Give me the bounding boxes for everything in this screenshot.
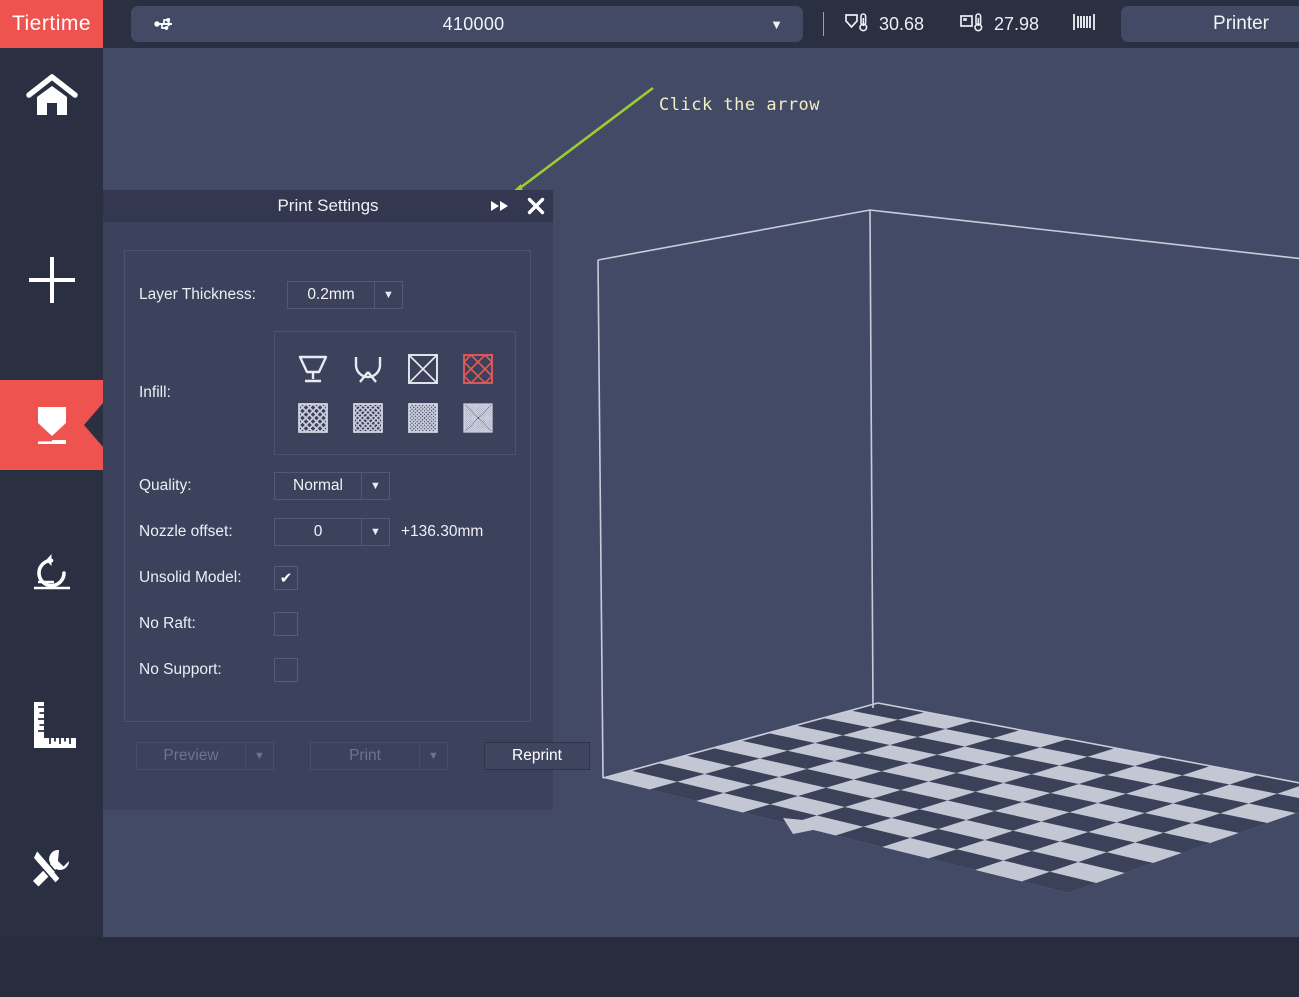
no-raft-label: No Raft: bbox=[139, 615, 196, 632]
infill-option-density-3[interactable] bbox=[395, 393, 450, 442]
chevron-down-icon[interactable]: ▼ bbox=[361, 519, 389, 545]
left-sidebar bbox=[0, 48, 103, 997]
toolbar-divider bbox=[823, 12, 824, 36]
nozzle-offset-label: Nozzle offset: bbox=[139, 523, 233, 540]
no-support-row: No Support: bbox=[139, 647, 516, 693]
application-window: Tiertime 410000 ▼ 30.68 27.98 Printer Cl… bbox=[0, 0, 1299, 997]
nozzle-offset-select[interactable]: 0 ▼ bbox=[274, 518, 390, 546]
panel-header: Print Settings bbox=[103, 190, 553, 222]
layer-thickness-select[interactable]: 0.2mm ▼ bbox=[287, 281, 403, 309]
nozzle-temperature-value: 30.68 bbox=[879, 13, 925, 34]
layer-thickness-value: 0.2mm bbox=[307, 286, 355, 303]
brand-logo: Tiertime bbox=[0, 0, 103, 48]
preview-button-label: Preview bbox=[163, 747, 219, 764]
panel-body: Layer Thickness: 0.2mm ▼ Infill: Quality… bbox=[103, 222, 590, 770]
unsolid-model-row: Unsolid Model: ✔ bbox=[139, 555, 516, 601]
print-settings-panel: Print Settings Layer Thickness: 0.2mm ▼ … bbox=[103, 190, 590, 810]
reprint-button-label: Reprint bbox=[512, 747, 562, 764]
layer-thickness-row: Layer Thickness: 0.2mm ▼ bbox=[139, 267, 516, 323]
topbar-controls: 410000 ▼ 30.68 27.98 Printer bbox=[103, 0, 1299, 48]
usb-icon bbox=[149, 14, 183, 34]
bed-temperature: 27.98 bbox=[959, 11, 1046, 38]
quality-select[interactable]: Normal ▼ bbox=[274, 472, 390, 500]
infill-row: Infill: bbox=[139, 323, 516, 463]
quality-value: Normal bbox=[293, 477, 343, 494]
material-spool-icon bbox=[1072, 11, 1096, 38]
printer-button[interactable]: Printer bbox=[1121, 6, 1299, 42]
unsolid-model-checkbox[interactable]: ✔ bbox=[274, 566, 298, 590]
unsolid-model-label: Unsolid Model: bbox=[139, 569, 242, 586]
print-button-label: Print bbox=[349, 747, 381, 764]
home-icon bbox=[25, 73, 79, 123]
nozzle-offset-row: Nozzle offset: 0 ▼ +136.30mm bbox=[139, 509, 516, 555]
preview-button[interactable]: Preview ▼ bbox=[136, 742, 274, 770]
print-icon bbox=[26, 401, 78, 449]
chevron-down-icon[interactable]: ▼ bbox=[361, 473, 389, 499]
chevron-down-icon[interactable]: ▼ bbox=[419, 743, 447, 769]
chevron-down-icon[interactable]: ▼ bbox=[374, 282, 402, 308]
chevron-down-icon[interactable]: ▼ bbox=[764, 17, 789, 32]
nozzle-offset-suffix: +136.30mm bbox=[401, 523, 484, 540]
plus-icon bbox=[26, 254, 78, 306]
no-raft-checkbox[interactable] bbox=[274, 612, 298, 636]
infill-option-density-4[interactable] bbox=[450, 393, 505, 442]
bed-temperature-value: 27.98 bbox=[994, 13, 1040, 34]
bed-thermometer-icon bbox=[959, 11, 985, 38]
build-volume-wireframe bbox=[597, 209, 1299, 784]
infill-option-loose-crosshatch[interactable] bbox=[450, 344, 505, 393]
infill-option-density-1[interactable] bbox=[285, 393, 340, 442]
annotation-label: Click the arrow bbox=[659, 95, 821, 115]
reprint-button[interactable]: Reprint bbox=[484, 742, 590, 770]
no-support-checkbox[interactable] bbox=[274, 658, 298, 682]
quality-label: Quality: bbox=[139, 477, 192, 494]
status-bar bbox=[0, 937, 1299, 997]
expand-arrow-icon[interactable] bbox=[489, 198, 511, 214]
infill-option-hollow[interactable] bbox=[395, 344, 450, 393]
tools-icon bbox=[25, 842, 79, 894]
sidebar-item-add[interactable] bbox=[0, 230, 103, 330]
printer-selector[interactable]: 410000 ▼ bbox=[131, 6, 803, 42]
layer-thickness-label: Layer Thickness: bbox=[139, 286, 256, 303]
ruler-icon bbox=[26, 698, 78, 750]
sidebar-item-home[interactable] bbox=[0, 48, 103, 148]
no-raft-row: No Raft: bbox=[139, 601, 516, 647]
settings-fieldset: Layer Thickness: 0.2mm ▼ Infill: Quality… bbox=[124, 250, 531, 722]
nozzle-temperature: 30.68 bbox=[844, 11, 931, 38]
infill-label: Infill: bbox=[139, 384, 171, 401]
infill-option-density-2[interactable] bbox=[340, 393, 395, 442]
build-plate-checkerboard bbox=[603, 703, 1299, 893]
panel-title: Print Settings bbox=[277, 196, 379, 215]
sidebar-item-measure[interactable] bbox=[0, 674, 103, 774]
close-icon[interactable] bbox=[527, 197, 545, 215]
top-toolbar: Tiertime 410000 ▼ 30.68 27.98 Printer bbox=[0, 0, 1299, 48]
printer-name-value: 410000 bbox=[442, 13, 505, 34]
nozzle-thermometer-icon bbox=[844, 11, 870, 38]
infill-option-support-full[interactable] bbox=[285, 344, 340, 393]
rotate-icon bbox=[26, 549, 78, 599]
no-support-label: No Support: bbox=[139, 661, 222, 678]
chevron-down-icon[interactable]: ▼ bbox=[245, 743, 273, 769]
panel-actions: Preview ▼ Print ▼ Reprint bbox=[124, 722, 590, 770]
quality-row: Quality: Normal ▼ bbox=[139, 463, 516, 509]
sidebar-item-rotate[interactable] bbox=[0, 524, 103, 624]
sidebar-item-print[interactable] bbox=[0, 380, 103, 470]
print-button[interactable]: Print ▼ bbox=[310, 742, 448, 770]
infill-option-support-partial[interactable] bbox=[340, 344, 395, 393]
nozzle-offset-value: 0 bbox=[313, 523, 323, 540]
infill-options bbox=[274, 331, 516, 455]
sidebar-item-maintenance[interactable] bbox=[0, 818, 103, 918]
